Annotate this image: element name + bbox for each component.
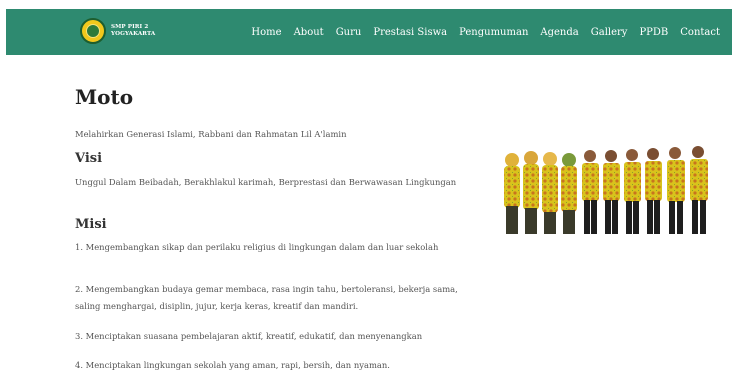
nav-menu: Home About Guru Prestasi Siswa Pengumuma… bbox=[239, 9, 720, 55]
nav-guru[interactable]: Guru bbox=[336, 27, 362, 38]
nav-home[interactable]: Home bbox=[251, 27, 281, 38]
misi-item-3: 3. Menciptakan suasana pembelajaran akti… bbox=[75, 331, 423, 341]
school-logo-icon bbox=[80, 18, 106, 44]
navbar: SMP PIRI 2 YOGYAKARTA Home About Guru Pr… bbox=[6, 9, 732, 55]
misi-item-2: 2. Mengembangkan budaya gemar membaca, r… bbox=[75, 284, 458, 311]
brand-text: SMP PIRI 2 YOGYAKARTA bbox=[111, 24, 155, 38]
nav-agenda[interactable]: Agenda bbox=[540, 27, 578, 38]
misi-item-1: 1. Mengembangkan sikap dan perilaku reli… bbox=[75, 242, 439, 252]
main-content: Moto Melahirkan Generasi Islami, Rabbani… bbox=[75, 85, 465, 370]
brand-city: YOGYAKARTA bbox=[111, 31, 156, 37]
nav-gallery[interactable]: Gallery bbox=[591, 27, 628, 38]
visi-heading: Visi bbox=[75, 151, 103, 166]
visi-text: Unggul Dalam Beibadah, Berakhlakul karim… bbox=[75, 177, 457, 187]
brand[interactable]: SMP PIRI 2 YOGYAKARTA bbox=[80, 18, 155, 44]
nav-about[interactable]: About bbox=[294, 27, 324, 38]
misi-item-4: 4. Menciptakan lingkungan sekolah yang a… bbox=[75, 360, 390, 370]
nav-pengumuman[interactable]: Pengumuman bbox=[459, 27, 528, 38]
nav-contact[interactable]: Contact bbox=[680, 27, 720, 38]
nav-ppdb[interactable]: PPDB bbox=[639, 27, 668, 38]
motto-text: Melahirkan Generasi Islami, Rabbani dan … bbox=[75, 129, 347, 139]
nav-prestasi-siswa[interactable]: Prestasi Siswa bbox=[373, 27, 447, 38]
brand-name: SMP PIRI 2 bbox=[111, 24, 149, 30]
page-title: Moto bbox=[75, 85, 134, 109]
misi-heading: Misi bbox=[75, 217, 107, 232]
teachers-group-photo bbox=[504, 146, 708, 234]
